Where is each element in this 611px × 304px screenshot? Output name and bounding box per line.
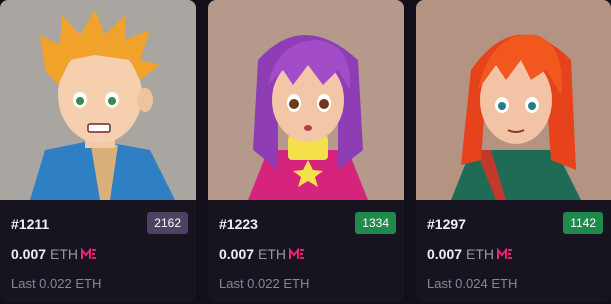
rarity-rank-badge: 2162 xyxy=(147,212,188,234)
token-id: #1223 xyxy=(219,216,258,232)
magic-eden-icon xyxy=(289,248,305,260)
last-sale-price: Last 0.022 ETH xyxy=(219,276,310,291)
magic-eden-icon xyxy=(81,248,97,260)
price-value: 0.007 xyxy=(427,246,463,262)
nft-image[interactable] xyxy=(416,0,611,200)
nft-card[interactable]: #1297 1142 0.007 ETH Last 0.024 ETH xyxy=(416,0,611,302)
rarity-rank-badge: 1334 xyxy=(355,212,396,234)
magic-eden-icon xyxy=(497,248,513,260)
nft-image[interactable] xyxy=(0,0,196,200)
token-id: #1211 xyxy=(11,216,50,232)
price-row: 0.007 ETH xyxy=(219,246,305,262)
nft-card[interactable]: #1223 1334 0.007 ETH Last 0.022 ETH xyxy=(208,0,404,302)
nft-card[interactable]: #1211 2162 0.007 ETH Last 0.022 ETH xyxy=(0,0,196,302)
price-row: 0.007 ETH xyxy=(11,246,97,262)
price-value: 0.007 xyxy=(11,246,47,262)
currency-label: ETH xyxy=(466,246,495,262)
nft-image[interactable] xyxy=(208,0,404,200)
price-row: 0.007 ETH xyxy=(427,246,513,262)
last-sale-price: Last 0.022 ETH xyxy=(11,276,102,291)
last-sale-price: Last 0.024 ETH xyxy=(427,276,518,291)
currency-label: ETH xyxy=(50,246,79,262)
price-value: 0.007 xyxy=(219,246,255,262)
token-id: #1297 xyxy=(427,216,466,232)
currency-label: ETH xyxy=(258,246,287,262)
rarity-rank-badge: 1142 xyxy=(563,212,603,234)
